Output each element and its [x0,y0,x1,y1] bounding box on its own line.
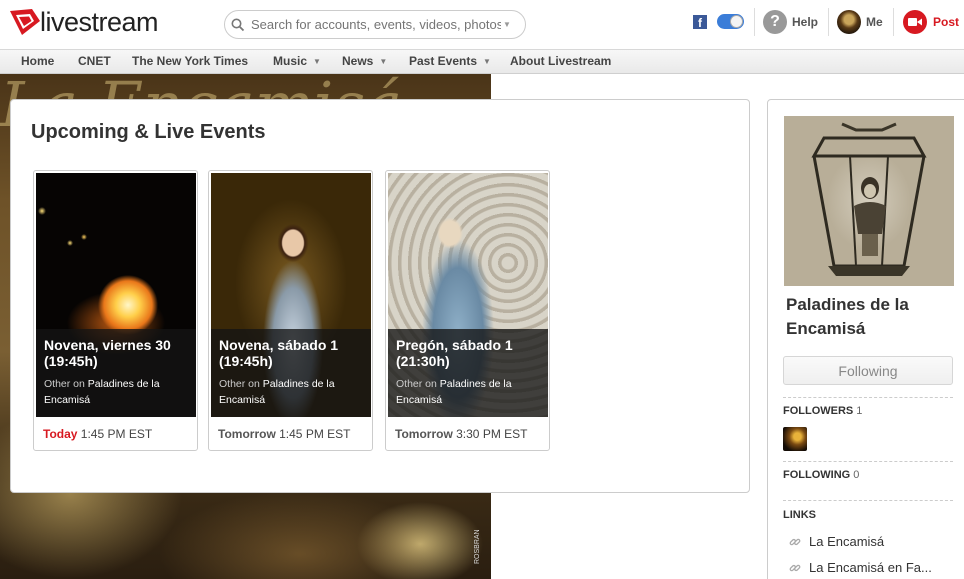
nav-cnet[interactable]: CNET [78,54,111,68]
nav-new-york-times[interactable]: The New York Times [132,54,248,68]
search-icon [225,11,251,38]
me-avatar[interactable] [837,10,861,34]
header-divider [893,8,894,36]
help-icon[interactable]: ? [763,10,787,34]
post-link[interactable]: Post [933,15,959,29]
sidebar-link-label: La Encamisá [809,534,885,549]
event-card[interactable]: Novena, sábado 1 (19:45h) Other on Palad… [208,170,373,451]
event-time: 1:45 PM EST [80,427,153,441]
nav-home-label: Home [21,54,55,68]
sidebar-link-label: La Encamisá en Fa... [809,560,932,575]
chevron-down-icon: ▼ [483,57,491,66]
other-on-label: Other on [44,378,85,390]
followers-count: 1 [856,405,863,417]
event-schedule: Today 1:45 PM EST [43,427,152,441]
nav-cnet-label: CNET [78,54,111,68]
event-day: Tomorrow [395,427,453,441]
followers-label: FOLLOWERS [783,405,854,417]
sidebar-link[interactable]: La Encamisá en Fa... [788,560,932,575]
lantern-illustration [811,122,927,276]
nav-home[interactable]: Home [21,54,54,68]
chevron-down-icon: ▼ [313,57,321,66]
other-on-label: Other on [396,378,437,390]
event-meta: Other on Paladines de la Encamisá [44,376,188,408]
event-title[interactable]: Novena, viernes 30 (19:45h) [44,337,188,369]
help-link[interactable]: Help [792,15,818,29]
facebook-icon[interactable]: f [693,15,707,29]
following-button[interactable]: Following [783,356,953,385]
link-chain-icon [788,561,802,575]
nav-about-label: About Livestream [510,54,612,68]
toggle-knob [730,15,743,28]
nav-past-events-label: Past Events [409,54,478,68]
event-caption: Novena, sábado 1 (19:45h) Other on Palad… [211,329,371,417]
event-caption: Novena, viernes 30 (19:45h) Other on Pal… [36,329,196,417]
follower-avatar[interactable] [783,427,807,451]
sidebar-divider [783,397,953,398]
video-camera-icon[interactable] [903,10,927,34]
event-caption: Pregón, sábado 1 (21:30h) Other on Palad… [388,329,548,417]
event-thumbnail[interactable]: Novena, viernes 30 (19:45h) Other on Pal… [36,173,196,417]
event-meta: Other on Paladines de la Encamisá [219,376,363,408]
background-watermark: ROSBRAN [474,529,481,564]
account-photo[interactable] [784,116,954,286]
nav-news-label: News [342,54,374,68]
other-on-label: Other on [219,378,260,390]
event-day: Tomorrow [218,427,276,441]
nav-music-label: Music [273,54,308,68]
top-header: livestream ▼ f ? Help Me Post [0,0,964,50]
nav-news[interactable]: News ▼ [342,54,387,68]
link-chain-icon [788,535,802,549]
events-panel-title: Upcoming & Live Events [31,121,266,143]
nav-past-events[interactable]: Past Events ▼ [409,54,491,68]
livestream-logo-icon [8,7,42,37]
nav-music[interactable]: Music ▼ [273,54,321,68]
event-card[interactable]: Novena, viernes 30 (19:45h) Other on Pal… [33,170,198,451]
sidebar-divider [783,461,953,462]
sidebar-link[interactable]: La Encamisá [788,534,884,549]
search-input[interactable] [251,17,501,32]
followers-heading[interactable]: FOLLOWERS 1 [783,405,862,417]
upcoming-events-panel: Upcoming & Live Events Novena, viernes 3… [10,99,750,493]
event-schedule: Tomorrow 1:45 PM EST [218,427,351,441]
event-title[interactable]: Novena, sábado 1 (19:45h) [219,337,363,369]
event-meta: Other on Paladines de la Encamisá [396,376,540,408]
following-label: FOLLOWING [783,469,851,481]
header-divider [828,8,829,36]
chevron-down-icon: ▼ [379,57,388,66]
nav-about-livestream[interactable]: About Livestream [510,54,611,68]
following-count: 0 [853,469,860,481]
links-heading: LINKS [783,509,816,521]
event-thumbnail[interactable]: Pregón, sábado 1 (21:30h) Other on Palad… [388,173,548,417]
sidebar-divider [783,500,953,501]
account-sidebar: Paladines de la Encamisá Following FOLLO… [767,99,964,579]
search-box[interactable]: ▼ [224,10,526,39]
following-heading[interactable]: FOLLOWING 0 [783,469,859,481]
search-dropdown-icon[interactable]: ▼ [503,20,511,29]
event-title[interactable]: Pregón, sábado 1 (21:30h) [396,337,540,369]
nav-nyt-label: The New York Times [132,54,249,68]
me-link[interactable]: Me [866,15,883,29]
logo-text: livestream [40,6,159,37]
event-day: Today [43,427,78,441]
event-schedule: Tomorrow 3:30 PM EST [395,427,528,441]
account-name: Paladines de la Encamisá [786,295,909,338]
event-time: 1:45 PM EST [279,427,351,441]
facebook-share-toggle[interactable] [717,14,744,29]
main-nav: Home CNET The New York Times Music ▼ News… [0,49,964,74]
livestream-logo[interactable]: livestream [8,6,159,38]
event-thumbnail[interactable]: Novena, sábado 1 (19:45h) Other on Palad… [211,173,371,417]
event-time: 3:30 PM EST [456,427,528,441]
event-card[interactable]: Pregón, sábado 1 (21:30h) Other on Palad… [385,170,550,451]
header-divider [754,8,755,36]
